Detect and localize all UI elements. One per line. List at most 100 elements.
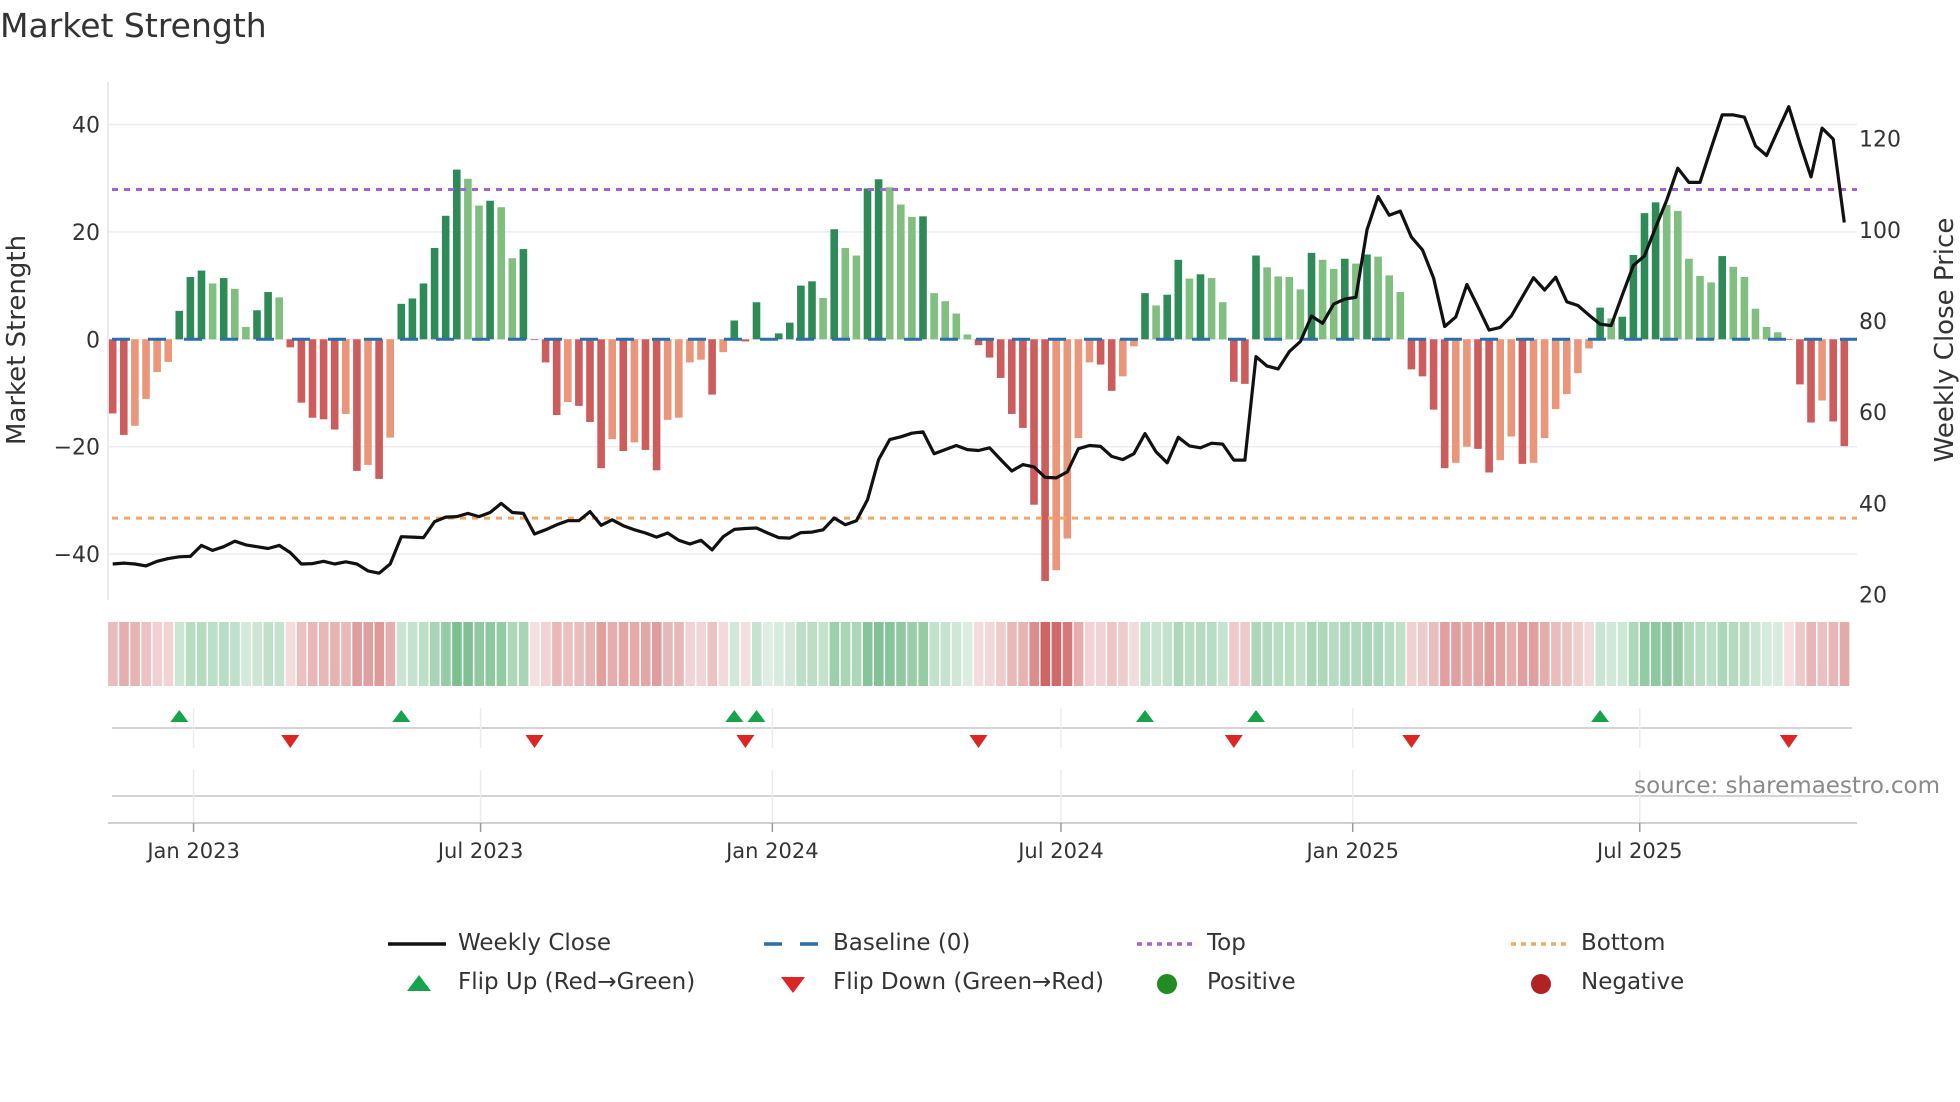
strength-bar [1196,274,1205,340]
heat-cell [951,622,962,686]
heat-cell [607,622,618,686]
strength-bar [1141,293,1149,340]
heat-cell [1129,622,1139,686]
strength-bar [741,339,750,342]
strength-bar [663,339,672,420]
strength-bar [786,322,794,340]
heat-cell [1595,622,1606,686]
strength-bar [941,301,949,340]
flip-up-marker [170,710,189,722]
heat-cell [774,622,784,686]
strength-bar [897,204,905,340]
heat-cell [319,622,329,686]
strength-bar [930,293,938,340]
strength-bar [1318,259,1327,340]
heat-cell [918,622,928,686]
strength-bar [1107,339,1116,391]
heat-cell [385,622,396,686]
heat-cell [1207,622,1217,686]
x-tick-label: Jul 2025 [1595,839,1682,863]
heat-cell [374,622,385,686]
heat-cell [1562,622,1572,686]
strength-bar [1274,276,1282,340]
strength-bar [142,339,150,399]
strength-bar [397,303,406,340]
strength-bar [441,215,450,340]
strength-bar [131,339,139,426]
heat-cell [1395,622,1406,686]
heat-cell [1306,622,1317,686]
heat-cell [507,622,518,686]
y-tick-label: −40 [54,543,100,568]
heat-cell [163,622,174,686]
heat-cell [996,622,1006,686]
y2-tick-label: 20 [1859,584,1887,609]
strength-bar [253,310,261,340]
y-tick-label: −20 [54,436,100,461]
x-tick-label: Jan 2024 [724,839,819,863]
heat-cell [874,622,884,686]
strength-bar [231,288,239,340]
strength-bar [1052,339,1060,571]
heat-cell [1606,622,1617,686]
flip-up-marker [1247,710,1265,722]
y-tick-label: 20 [72,221,100,246]
heat-cell [363,622,373,686]
strength-bar [1840,339,1849,447]
heat-cell [896,622,906,686]
x-tick-label: Jul 2024 [1016,839,1103,863]
heat-cell [196,622,207,686]
heat-cell [1706,622,1717,686]
strength-bar [1152,305,1160,340]
strength-bar [430,248,439,340]
heat-cell [1451,622,1461,686]
heat-cell [685,622,695,686]
heat-cell [1340,622,1350,686]
strength-bar [242,326,250,340]
strength-bar [1762,326,1771,340]
source-note: source: sharemaestro.com [1634,773,1940,799]
strength-bar [1418,339,1427,377]
heat-cell [1584,622,1594,686]
strength-bar [464,178,472,340]
strength-bar [1174,259,1183,340]
heat-cell [1107,622,1117,686]
heat-cell [618,622,629,686]
heat-cell [1695,622,1705,686]
heat-cell [1817,622,1828,686]
heat-cell [574,622,584,686]
strength-bar [597,339,605,469]
strength-bar [1563,339,1571,395]
heat-cell [274,622,285,686]
heat-cell [1162,622,1173,686]
strength-bar [652,339,661,471]
y-tick-label: 0 [86,328,100,353]
strength-bar [175,310,184,340]
heat-cell [1118,622,1128,686]
strength-bar [475,205,483,340]
strength-bar [1796,339,1804,385]
strength-bar [1685,258,1693,340]
heat-cell [241,622,251,686]
strength-bar [1463,339,1471,447]
strength-bar [1452,339,1460,463]
heat-cell [1762,622,1772,686]
strength-bar [153,339,161,373]
strength-bar [1063,339,1072,539]
strength-bar [630,339,639,443]
strength-bar [619,339,628,451]
heat-cell [1295,622,1306,686]
strength-bar [353,339,361,471]
strength-bar [952,313,961,340]
flip-up-marker [1591,710,1610,722]
strength-bar [1829,339,1837,422]
heat-cell [1484,622,1495,686]
heat-cell [1662,622,1672,686]
heat-cell [1096,622,1106,686]
strength-bar [719,339,727,353]
strength-bar [586,339,594,422]
y2-tick-label: 100 [1859,219,1901,244]
strength-bar [1818,339,1826,401]
strength-bar [1396,292,1405,340]
heat-cell [1229,622,1239,686]
